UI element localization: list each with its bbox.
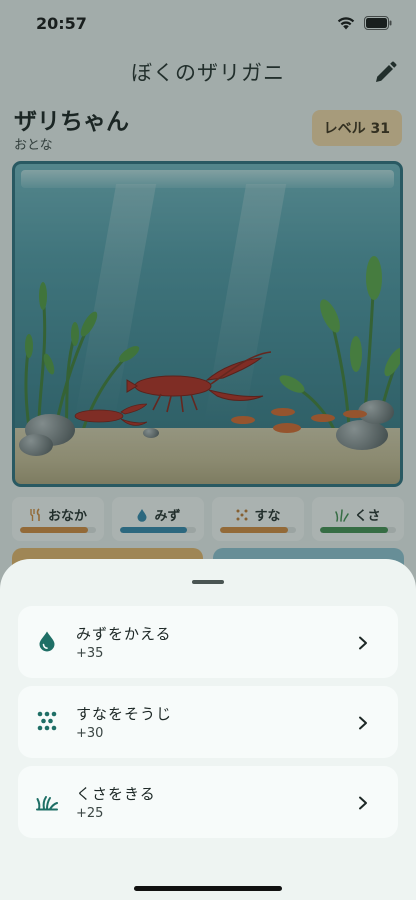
sheet-grabber[interactable] bbox=[192, 580, 224, 584]
change-water-action[interactable]: みずをかえる +35 bbox=[18, 606, 398, 678]
clean-sand-action[interactable]: すなをそうじ +30 bbox=[18, 686, 398, 758]
home-indicator[interactable] bbox=[134, 886, 282, 891]
chevron-right-icon bbox=[358, 715, 368, 730]
action-title: くさをきる bbox=[76, 785, 156, 803]
action-value: +30 bbox=[76, 726, 104, 741]
action-value: +25 bbox=[76, 806, 104, 821]
chevron-right-icon bbox=[358, 795, 368, 810]
care-bottom-sheet: みずをかえる +35 すなをそうじ +30 くさをきる +25 bbox=[0, 559, 416, 900]
chevron-right-icon bbox=[358, 635, 368, 650]
trim-grass-action[interactable]: くさをきる +25 bbox=[18, 766, 398, 838]
action-title: みずをかえる bbox=[76, 625, 172, 643]
action-value: +35 bbox=[76, 646, 104, 661]
sand-dots-icon bbox=[36, 710, 58, 732]
water-drop-icon bbox=[36, 630, 58, 652]
grass-icon bbox=[36, 790, 58, 812]
action-title: すなをそうじ bbox=[76, 705, 173, 723]
